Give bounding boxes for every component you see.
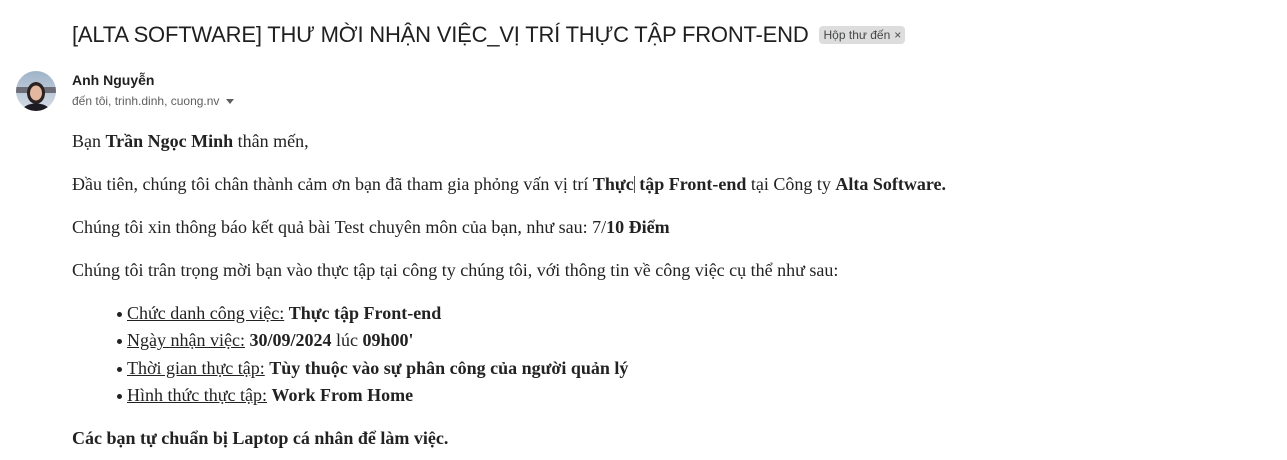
item-value: Work From Home [271,384,414,405]
role-part-a: Thực [592,174,634,194]
offer-paragraph: Chúng tôi trân trọng mời bạn vào thực tậ… [72,260,839,280]
item-value-time: 09h00' [362,330,414,351]
score-text: Chúng tôi xin thông báo kết quả bài Test… [72,217,607,237]
list-item: Thời gian thực tập: Tùy thuộc vào sự phâ… [117,355,1252,382]
list-item: Chức danh công việc: Thực tập Front-end [117,300,1252,327]
intro-text: Đầu tiên, chúng tôi chân thành cảm ơn bạ… [72,174,593,194]
avatar[interactable] [16,71,56,111]
close-icon[interactable]: × [894,28,901,42]
recipients-list: đến tôi, trinh.dinh, cuong.nv [72,94,220,108]
closing-line: Các bạn tự chuẩn bị Laptop cá nhân để là… [72,425,1252,451]
item-key: Hình thức thực tập: [127,384,267,405]
role-part-b: tập Front-end [634,174,747,194]
greeting-line: Bạn Trần Ngọc Minh thân mến, [72,128,1252,154]
chevron-down-icon[interactable] [226,98,235,104]
item-key: Thời gian thực tập: [127,357,265,378]
list-item: Ngày nhận việc: 30/09/2024 lúc 09h00' [117,327,1252,354]
item-value: Thực tập Front-end [288,303,442,323]
recipient-name: Trần Ngọc Minh [105,131,234,151]
item-key: Ngày nhận việc: [127,330,245,351]
inbox-label-text: Hộp thư đến [823,28,891,42]
recipients-row: đến tôi, trinh.dinh, cuong.nv [72,94,235,108]
closing-text: Các bạn tự chuẩn bị Laptop cá nhân để là… [72,428,449,449]
item-value: Tùy thuộc vào sự phân công của người quả… [269,357,629,378]
sender-name[interactable]: Anh Nguyễn [72,72,154,88]
list-item: Hình thức thực tập: Work From Home [117,382,1252,409]
item-value: 30/09/2024 [249,330,332,351]
item-key: Chức danh công việc: [127,303,285,323]
company-name: Alta Software. [835,174,947,194]
score-paragraph: Chúng tôi xin thông báo kết quả bài Test… [72,214,1252,240]
intro-mid: tại Công ty [746,174,836,194]
subject-row: [ALTA SOFTWARE] THƯ MỜI NHẬN VIỆC_VỊ TRÍ… [72,22,906,48]
email-subject: [ALTA SOFTWARE] THƯ MỜI NHẬN VIỆC_VỊ TRÍ… [72,22,809,47]
email-body: Bạn Trần Ngọc Minh thân mến, Đầu tiên, c… [72,128,1252,451]
greeting-pre: Bạn [72,131,106,151]
intro-paragraph: Đầu tiên, chúng tôi chân thành cảm ơn bạ… [72,171,1252,197]
job-details-list: Chức danh công việc: Thực tập Front-end … [72,300,1252,409]
score-value: 10 Điểm [606,217,670,237]
item-mid: lúc [331,330,363,351]
avatar-photo [16,71,56,111]
inbox-label-chip[interactable]: Hộp thư đến × [818,26,906,44]
greeting-post: thân mến, [233,131,309,151]
